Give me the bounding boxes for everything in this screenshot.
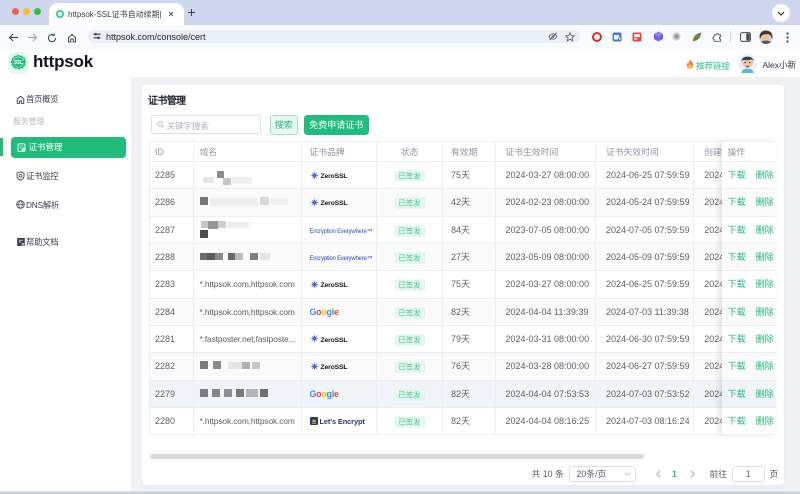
svg-text:SSL: SSL bbox=[14, 59, 23, 64]
